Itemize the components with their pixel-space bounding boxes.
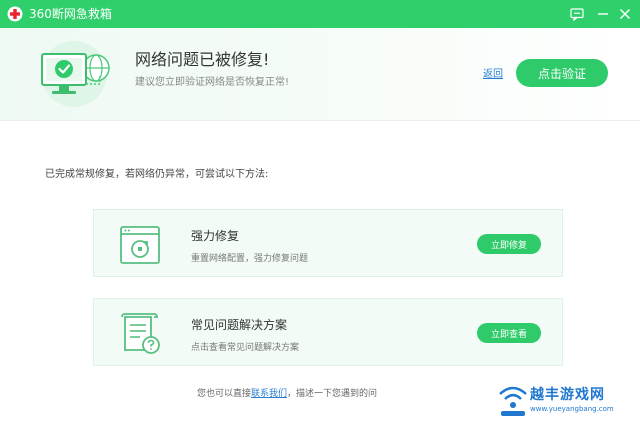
result-subtitle: 建议您立即验证网络是否恢复正常!: [135, 77, 290, 88]
result-title: 网络问题已被修复!: [135, 50, 270, 69]
footer-prefix: 您也可以直接: [197, 389, 252, 399]
app-logo-icon: [7, 6, 23, 22]
option-description: 重置网络配置，强力修复问题: [191, 254, 309, 264]
footer-suffix: ，描述一下您遇到的问: [287, 389, 378, 399]
faq-card: 常见问题解决方案 点击查看常见问题解决方案 立即查看: [93, 298, 563, 366]
window-refresh-icon: [120, 226, 160, 264]
title-bar[interactable]: 360断网急救箱: [0, 0, 640, 28]
app-window: 360断网急救箱 网络问题已被修复! 建议您立即验证网络是否恢复正常! 返回 点…: [0, 0, 640, 423]
minimize-button[interactable]: [593, 4, 613, 24]
force-repair-card: 强力修复 重置网络配置，强力修复问题 立即修复: [93, 209, 563, 277]
feedback-button[interactable]: [567, 4, 587, 24]
option-title: 常见问题解决方案: [191, 318, 288, 332]
close-icon: [620, 9, 630, 19]
minimize-icon: [598, 13, 608, 15]
view-now-button[interactable]: 立即查看: [477, 323, 541, 343]
result-header: 网络问题已被修复! 建议您立即验证网络是否恢复正常! 返回 点击验证: [0, 28, 640, 121]
watermark-logo-icon: [499, 386, 527, 416]
footer-text: 您也可以直接联系我们，描述一下您遇到的问: [197, 388, 377, 400]
close-button[interactable]: [615, 4, 635, 24]
window-title: 360断网急救箱: [29, 7, 112, 21]
watermark-text: 越丰游戏网: [530, 387, 605, 403]
instructions-text: 已完成常规修复，若网络仍异常，可尝试以下方法:: [45, 169, 269, 180]
monitor-globe-check-icon: [41, 41, 110, 107]
chat-icon: [570, 7, 584, 21]
verify-button[interactable]: 点击验证: [516, 59, 608, 87]
repair-now-button[interactable]: 立即修复: [477, 234, 541, 254]
option-description: 点击查看常见问题解决方案: [191, 343, 300, 353]
document-question-icon: [121, 313, 160, 354]
back-link[interactable]: 返回: [483, 68, 503, 82]
contact-us-link[interactable]: 联系我们: [251, 389, 287, 399]
watermark: 越丰游戏网 www.yueyangbang.com: [494, 378, 640, 423]
option-title: 强力修复: [191, 229, 240, 243]
watermark-url: www.yueyangbang.com: [530, 405, 614, 413]
